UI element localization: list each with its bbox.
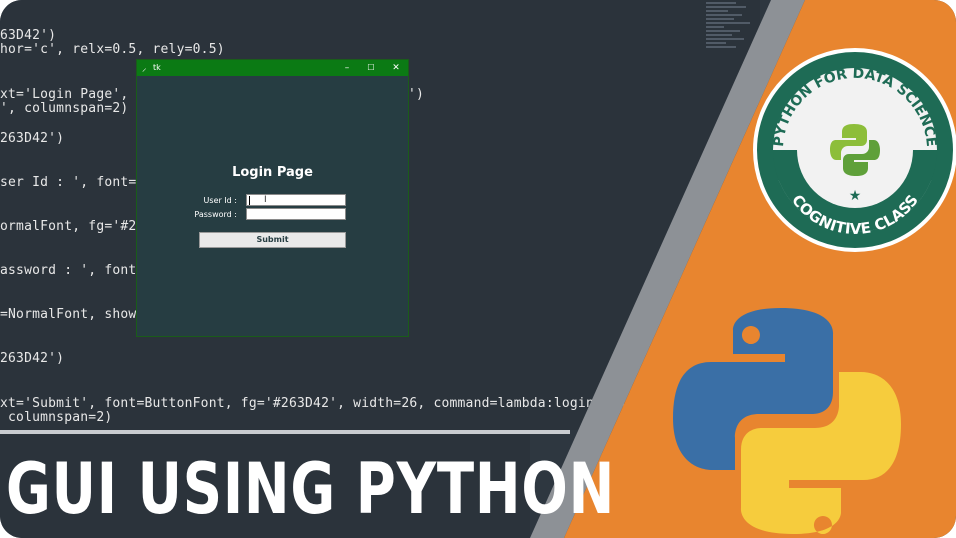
ibeam-cursor-icon: I <box>264 195 267 205</box>
password-field[interactable] <box>246 208 346 220</box>
badge-star-icon: ★ <box>849 188 862 204</box>
password-label: Password : <box>194 210 237 219</box>
thumbnail: 63D42') hor='c', relx=0.5, rely=0.5) xt=… <box>0 0 956 538</box>
tk-window: ⸝ tk – ☐ ✕ Login Page User Id : I Passwo… <box>136 59 409 337</box>
code-line: ', columnspan=2) <box>0 101 129 116</box>
user-id-field[interactable]: I <box>246 194 346 206</box>
minimize-icon[interactable]: – <box>335 60 359 76</box>
window-title: tk <box>153 63 161 72</box>
code-line: ') <box>408 87 425 102</box>
code-line: 263D42') <box>0 131 65 146</box>
code-line: xt='Submit', font=ButtonFont, fg='#263D4… <box>0 396 651 411</box>
window-titlebar[interactable]: ⸝ tk – ☐ ✕ <box>137 60 408 76</box>
submit-button[interactable]: Submit <box>199 232 346 248</box>
code-line: hor='c', relx=0.5, rely=0.5) <box>0 42 225 57</box>
banner-title: GUI USING PYTHON <box>6 448 616 530</box>
maximize-icon[interactable]: ☐ <box>359 60 383 76</box>
tk-feather-icon: ⸝ <box>142 64 147 74</box>
code-line: columnspan=2) <box>0 410 113 425</box>
close-icon[interactable]: ✕ <box>384 60 408 76</box>
login-heading: Login Page <box>232 165 313 180</box>
code-line: 263D42') <box>0 351 65 366</box>
user-id-label: User Id : <box>203 196 237 205</box>
code-line: 63D42') <box>0 28 57 43</box>
text-caret <box>249 196 250 205</box>
cognitive-class-badge: PYTHON FOR DATA SCIENCE COGNITIVE CLASS … <box>753 48 956 252</box>
python-logo-icon <box>673 308 901 534</box>
